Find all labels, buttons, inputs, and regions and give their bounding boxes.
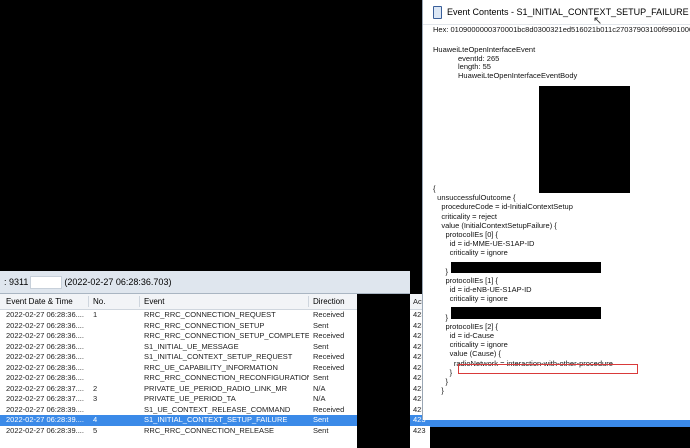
table-row[interactable]: 2022-02-27 06:28:37.... 2 PRIVATE_UE_PERIO… [0, 384, 410, 395]
cell-event: RRC_RRC_CONNECTION_RECONFIGURATION [144, 373, 309, 382]
cell-number: 4 [93, 415, 98, 424]
cell-time: 2022-02-27 06:28:37.... [6, 383, 84, 393]
decoded-line: criticality = ignore [433, 294, 508, 304]
cell-event: RRC_RRC_CONNECTION_SETUP_COMPLETE [144, 331, 309, 340]
event-header-block: HuaweiLteOpenInterfaceEvent eventId: 265… [433, 45, 578, 80]
cell-event: PRIVATE_UE_PERIOD_RADIO_LINK_MR [144, 383, 288, 393]
redacted-field [30, 276, 63, 290]
cell-time: 2022-02-27 06:28:39.... [6, 404, 84, 414]
event-table-panel: : 9311 (2022-02-27 06:28:36.703) Event Da… [0, 271, 410, 448]
titlebar-prefix: : 9311 [4, 277, 29, 287]
cell-direction: Received [313, 310, 345, 319]
cell-direction: Sent [313, 373, 329, 382]
column-header-number[interactable]: No. [93, 294, 133, 309]
column-header-direction[interactable]: Direction [313, 294, 358, 309]
redacted-block [451, 307, 601, 319]
document-icon [433, 6, 442, 19]
cell-time: 2022-02-27 06:28:36.... [6, 310, 84, 319]
cell-direction: N/A [313, 383, 326, 393]
table-row[interactable]: 2022-02-27 06:28:36.... RRC_RRC_CONNECTIO… [0, 321, 410, 332]
table-row[interactable]: 2022-02-27 06:28:37.... 3 PRIVATE_UE_PERIO… [0, 394, 410, 405]
cell-event: S1_INITIAL_CONTEXT_SETUP_REQUEST [144, 352, 293, 361]
column-header-event[interactable]: Event [144, 294, 309, 309]
cell-direction: Sent [313, 425, 329, 435]
cell-time: 2022-02-27 06:28:37.... [6, 394, 84, 403]
table-row[interactable]: 2022-02-27 06:28:36.... RRC_UE_CAPABILITY… [0, 363, 410, 374]
cell-number: 5 [93, 425, 98, 435]
window-titlebar[interactable]: Event Contents - S1_INITIAL_CONTEXT_SETU… [423, 0, 690, 25]
cell-event: PRIVATE_UE_PERIOD_TA [144, 394, 236, 403]
cell-event: S1_INITIAL_UE_MESSAGE [144, 341, 239, 351]
cell-number: 2 [93, 383, 98, 393]
cell-number: 1 [93, 310, 98, 319]
table-body: 2022-02-27 06:28:36.... 1 RRC_RRC_CONNECTI… [0, 310, 410, 436]
cell-event: S1_UE_CONTEXT_RELEASE_COMMAND [144, 404, 291, 414]
event-content-text[interactable]: Hex: 0109000000370001bc8d0300321ed516021… [433, 26, 690, 420]
cell-time: 2022-02-27 06:28:36.... [6, 373, 84, 382]
cell-event: RRC_RRC_CONNECTION_REQUEST [144, 310, 276, 319]
cell-direction: Received [313, 331, 345, 340]
cell-number: 3 [93, 394, 98, 403]
cell-direction: Sent [313, 415, 329, 424]
cell-time: 2022-02-27 06:28:36.... [6, 341, 84, 351]
decoded-line: criticality = ignore [433, 248, 508, 258]
table-titlebar: : 9311 (2022-02-27 06:28:36.703) [0, 271, 410, 294]
cell-time: 2022-02-27 06:28:36.... [6, 352, 84, 361]
table-row[interactable]: 2022-02-27 06:28:39.... 4 S1_INITIAL_CONTE… [0, 415, 410, 426]
table-row[interactable]: 2022-02-27 06:28:36.... S1_INITIAL_CONTEX… [0, 352, 410, 363]
redacted-block [451, 262, 601, 273]
cell-direction: Received [313, 404, 345, 414]
cell-event: S1_INITIAL_CONTEXT_SETUP_FAILURE [144, 415, 288, 424]
cell-time: 2022-02-27 06:28:36.... [6, 331, 84, 340]
redacted-area [357, 294, 410, 448]
event-header-line: HuaweiLteOpenInterfaceEventBody [433, 70, 578, 80]
titlebar-suffix: (2022-02-27 06:28:36.703) [64, 277, 172, 287]
cell-time: 2022-02-27 06:28:39.... [6, 415, 84, 424]
cell-direction: N/A [313, 394, 326, 403]
cell-event: RRC_UE_CAPABILITY_INFORMATION [144, 362, 278, 372]
decoded-line: } [433, 386, 444, 396]
cell-event: RRC_RRC_CONNECTION_RELEASE [144, 425, 275, 435]
event-contents-window: Event Contents - S1_INITIAL_CONTEXT_SETU… [422, 0, 690, 420]
table-row[interactable]: 2022-02-27 06:28:36.... RRC_RRC_CONNECTIO… [0, 331, 410, 342]
decoded-line: } [433, 376, 449, 386]
table-row[interactable]: 2022-02-27 06:28:39.... 5 RRC_RRC_CONNECTI… [0, 426, 410, 437]
highlight-box [458, 364, 638, 374]
cell-time: 2022-02-27 06:28:36.... [6, 320, 84, 330]
cell-direction: Sent [313, 341, 329, 351]
cell-direction: Received [313, 362, 345, 372]
cell-direction: Received [313, 352, 345, 361]
table-header: Event Date & Time No. Event Direction [0, 294, 410, 310]
table-row[interactable]: 2022-02-27 06:28:39.... S1_UE_CONTEXT_REL… [0, 405, 410, 416]
table-row[interactable]: 2022-02-27 06:28:36.... 1 RRC_RRC_CONNECTI… [0, 310, 410, 321]
cell-time: 2022-02-27 06:28:39.... [6, 425, 84, 435]
table-row[interactable]: 2022-02-27 06:28:36.... RRC_RRC_CONNECTIO… [0, 373, 410, 384]
column-header-time[interactable]: Event Date & Time [6, 294, 86, 309]
table-row[interactable]: 2022-02-27 06:28:36.... S1_INITIAL_UE_MES… [0, 342, 410, 353]
window-title: Event Contents - S1_INITIAL_CONTEXT_SETU… [447, 7, 689, 17]
cell-direction: Sent [313, 320, 329, 330]
hex-line: Hex: 0109000000370001bc8d0300321ed516021… [433, 26, 690, 34]
cell-event: RRC_RRC_CONNECTION_SETUP [144, 320, 265, 330]
cell-activity: 423 [413, 425, 426, 435]
redacted-block [539, 86, 630, 193]
cell-time: 2022-02-27 06:28:36.... [6, 362, 84, 372]
